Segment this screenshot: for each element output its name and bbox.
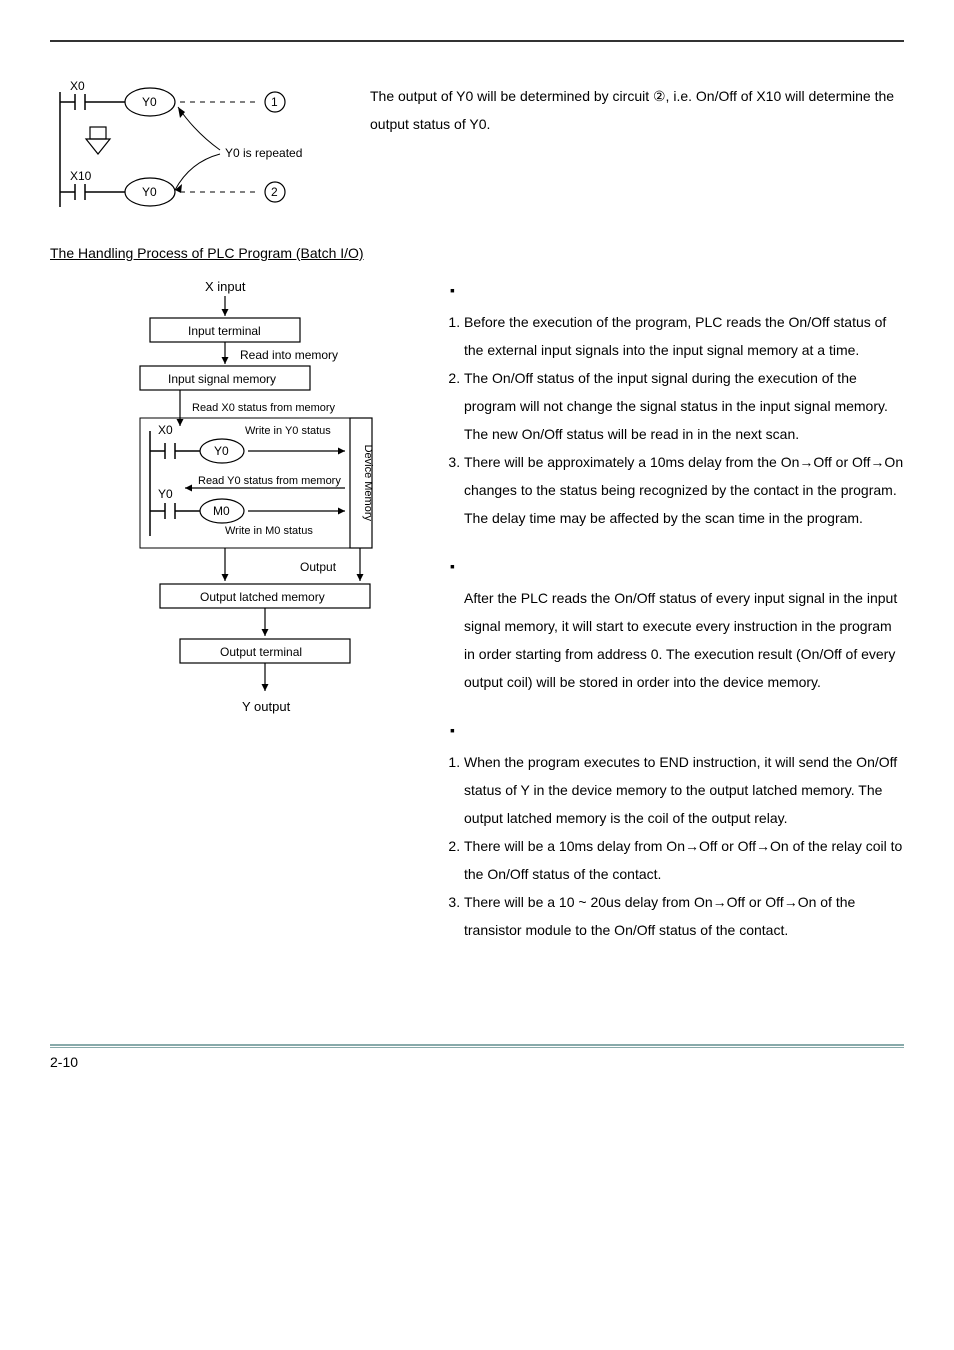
- top-divider: [50, 40, 904, 42]
- label-output-terminal: Output terminal: [220, 645, 302, 659]
- bottom-divider: [50, 1044, 904, 1048]
- page-number: 2-10: [50, 1054, 904, 1070]
- label-read-y0: Read Y0 status from memory: [198, 475, 341, 487]
- bullet-1: ▪: [450, 276, 904, 304]
- label-y-output: Y output: [242, 699, 291, 714]
- label-repeated: Y0 is repeated: [225, 146, 302, 160]
- explanation-text: ▪ Before the execution of the program, P…: [440, 276, 904, 964]
- list-group-1: Before the execution of the program, PLC…: [440, 308, 904, 532]
- label-write-y0: Write in Y0 status: [245, 425, 331, 437]
- label-output-latched: Output latched memory: [200, 590, 325, 604]
- mid-section: X input Input terminal Read into memory …: [50, 276, 904, 964]
- label-num2: 2: [271, 185, 278, 199]
- g1-item-2: The On/Off status of the input signal du…: [464, 364, 904, 448]
- section-heading: The Handling Process of PLC Program (Bat…: [50, 245, 904, 261]
- middle-paragraph: After the PLC reads the On/Off status of…: [464, 584, 904, 696]
- label-input-terminal: Input terminal: [188, 324, 261, 338]
- label-y0-2: Y0: [142, 185, 157, 199]
- g1-item-1: Before the execution of the program, PLC…: [464, 308, 904, 364]
- label-y0-coil: Y0: [214, 444, 229, 458]
- flow-diagram: X input Input terminal Read into memory …: [50, 276, 410, 776]
- g1-item-3: There will be approximately a 10ms delay…: [464, 448, 904, 532]
- label-x0: X0: [70, 79, 85, 93]
- ladder-diagram-container: X0 Y0 1 Y0 is repeated X10: [50, 72, 340, 215]
- list-group-2: When the program executes to END instruc…: [440, 748, 904, 944]
- top-paragraph: The output of Y0 will be determined by c…: [370, 72, 904, 215]
- label-m0: M0: [213, 504, 230, 518]
- bullet-3: ▪: [450, 716, 904, 744]
- g2-item-3: There will be a 10 ~ 20us delay from On→…: [464, 888, 904, 944]
- label-y0-contact: Y0: [158, 487, 173, 501]
- label-num1: 1: [271, 95, 278, 109]
- label-x10: X10: [70, 169, 92, 183]
- g2-item-2: There will be a 10ms delay from On→Off o…: [464, 832, 904, 888]
- label-output: Output: [300, 560, 337, 574]
- down-arrow-icon: [86, 127, 110, 154]
- label-x0-2: X0: [158, 423, 173, 437]
- top-section: X0 Y0 1 Y0 is repeated X10: [50, 72, 904, 215]
- bullet-2: ▪: [450, 552, 904, 580]
- flow-diagram-container: X input Input terminal Read into memory …: [50, 276, 410, 779]
- label-x-input: X input: [205, 279, 246, 294]
- label-read-x0: Read X0 status from memory: [192, 402, 336, 414]
- ladder-diagram: X0 Y0 1 Y0 is repeated X10: [50, 72, 340, 212]
- label-device-memory: Device Memory: [362, 445, 374, 522]
- label-write-m0: Write in M0 status: [225, 525, 313, 537]
- label-y0-1: Y0: [142, 95, 157, 109]
- g2-item-1: When the program executes to END instruc…: [464, 748, 904, 832]
- label-read-into-memory: Read into memory: [240, 348, 338, 362]
- label-input-signal-memory: Input signal memory: [168, 372, 276, 386]
